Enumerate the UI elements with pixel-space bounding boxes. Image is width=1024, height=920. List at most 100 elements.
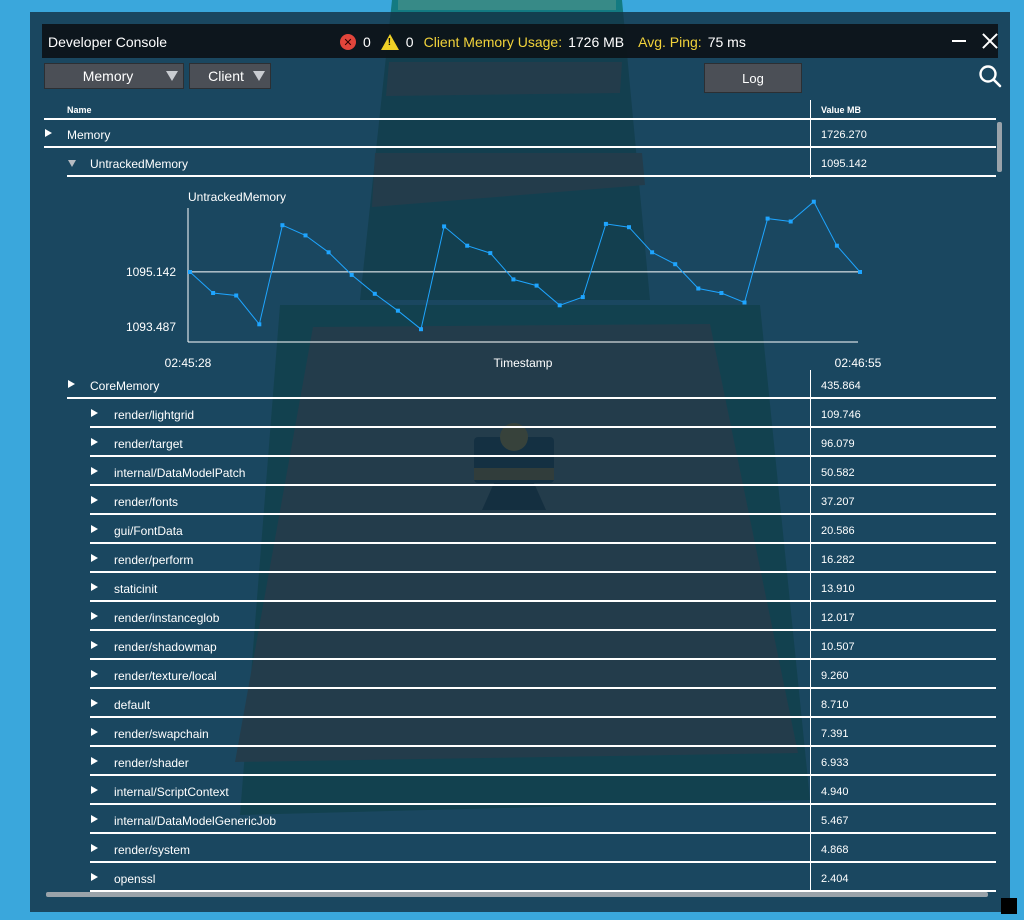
table-row[interactable]: render/system 4.868 (90, 835, 996, 863)
data-point (349, 272, 354, 277)
expand-arrow-icon[interactable] (91, 786, 98, 794)
table-row[interactable]: render/texture/local 9.260 (90, 661, 996, 689)
expand-arrow-icon[interactable] (91, 496, 98, 504)
table-row[interactable]: staticinit 13.910 (90, 574, 996, 602)
data-point (603, 221, 608, 226)
expand-arrow-icon[interactable] (91, 815, 98, 823)
expand-arrow-icon[interactable] (91, 583, 98, 591)
row-name: render/instanceglob (114, 611, 220, 625)
minimize-button[interactable] (952, 40, 966, 42)
row-divider (90, 629, 996, 631)
untracked-memory-chart: UntrackedMemory 1095.142 1093.487 02:45:… (126, 190, 882, 370)
x-tick-label-end: 02:46:55 (835, 356, 882, 370)
x-axis-label: Timestamp (494, 356, 553, 370)
row-name: openssl (114, 872, 156, 886)
row-divider (90, 455, 996, 457)
expand-arrow-icon[interactable] (91, 873, 98, 881)
expand-arrow-icon[interactable] (91, 438, 98, 446)
status-bar: ✕ 0 ! 0 Client Memory Usage: 1726 MB Avg… (340, 32, 760, 52)
table-row[interactable]: render/fonts 37.207 (90, 487, 996, 515)
close-button[interactable] (979, 30, 1001, 52)
expand-arrow-icon[interactable] (91, 612, 98, 620)
table-row[interactable]: openssl 2.404 (90, 864, 996, 892)
expand-arrow-icon[interactable] (91, 409, 98, 417)
collapse-arrow-icon[interactable] (68, 160, 76, 167)
title-bar[interactable]: Developer Console ✕ 0 ! 0 Client Memory … (42, 24, 998, 58)
table-row[interactable]: render/target 96.079 (90, 429, 996, 457)
row-value: 37.207 (821, 496, 855, 508)
row-name: render/shader (114, 756, 189, 770)
data-point (372, 291, 377, 296)
row-divider (90, 687, 996, 689)
search-icon[interactable] (978, 64, 1002, 88)
horizontal-scrollbar[interactable] (46, 892, 988, 897)
view-dropdown[interactable]: Memory (44, 63, 184, 89)
expand-arrow-icon[interactable] (91, 467, 98, 475)
data-point (742, 300, 747, 305)
row-name: default (114, 698, 151, 712)
row-value: 2.404 (821, 873, 849, 885)
column-header-name[interactable]: Name (67, 105, 92, 115)
row-name: UntrackedMemory (90, 157, 189, 171)
row-divider (90, 716, 996, 718)
table-row[interactable]: render/lightgrid 109.746 (90, 400, 996, 428)
window-title: Developer Console (48, 34, 168, 50)
expand-arrow-icon[interactable] (68, 380, 75, 388)
expand-arrow-icon[interactable] (91, 728, 98, 736)
log-button[interactable]: Log (704, 63, 802, 93)
table-row[interactable]: render/perform 16.282 (90, 545, 996, 573)
expand-arrow-icon[interactable] (45, 129, 52, 137)
table-row[interactable]: render/swapchain 7.391 (90, 719, 996, 747)
expand-arrow-icon[interactable] (91, 844, 98, 852)
row-name: render/shadowmap (114, 640, 217, 654)
vertical-scrollbar[interactable] (997, 122, 1002, 172)
ping-label: Avg. Ping: (638, 34, 702, 50)
memory-usage-label: Client Memory Usage: (423, 34, 563, 50)
row-divider (90, 658, 996, 660)
table-row[interactable]: default 8.710 (90, 690, 996, 718)
chevron-down-icon (166, 71, 178, 81)
row-name: internal/DataModelGenericJob (114, 814, 277, 828)
developer-console: Developer Console ✕ 0 ! 0 Client Memory … (30, 12, 1010, 912)
row-name: render/target (114, 437, 183, 451)
table-row-core-memory[interactable]: CoreMemory 435.864 (67, 371, 996, 399)
chevron-down-icon (253, 71, 265, 81)
data-point (419, 327, 423, 332)
row-divider (67, 175, 996, 177)
expand-arrow-icon[interactable] (91, 699, 98, 707)
row-value: 435.864 (821, 380, 861, 392)
row-divider (90, 426, 996, 428)
table-row[interactable]: internal/DataModelGenericJob 5.467 (90, 806, 996, 834)
expand-arrow-icon[interactable] (91, 554, 98, 562)
data-point (811, 199, 816, 204)
expand-arrow-icon[interactable] (91, 670, 98, 678)
row-divider (44, 146, 996, 148)
data-point (511, 277, 516, 282)
data-point (395, 308, 400, 313)
data-point (673, 262, 678, 267)
row-divider (90, 774, 996, 776)
row-value: 16.282 (821, 554, 855, 566)
data-point (442, 224, 447, 229)
expand-arrow-icon[interactable] (91, 641, 98, 649)
row-name: render/swapchain (114, 727, 209, 741)
table-row[interactable]: gui/FontData 20.586 (90, 516, 996, 544)
row-name: staticinit (114, 582, 158, 596)
warning-icon: ! (380, 34, 399, 50)
expand-arrow-icon[interactable] (91, 757, 98, 765)
table-row[interactable]: render/shader 6.933 (90, 748, 996, 776)
table-row[interactable]: internal/ScriptContext 4.940 (90, 777, 996, 805)
table-row[interactable]: render/shadowmap 10.507 (90, 632, 996, 660)
row-divider (90, 832, 996, 834)
column-header-value[interactable]: Value MB (821, 105, 861, 115)
data-point (858, 270, 862, 274)
row-value: 10.507 (821, 641, 855, 653)
table-row-untracked-memory[interactable]: UntrackedMemory 1095.142 (67, 149, 996, 177)
expand-arrow-icon[interactable] (91, 525, 98, 533)
resize-corner[interactable] (1001, 898, 1017, 914)
target-dropdown[interactable]: Client (189, 63, 271, 89)
table-row-memory[interactable]: Memory 1726.270 (44, 120, 996, 148)
row-divider (90, 803, 996, 805)
table-row[interactable]: render/instanceglob 12.017 (90, 603, 996, 631)
table-row[interactable]: internal/DataModelPatch 50.582 (90, 458, 996, 486)
